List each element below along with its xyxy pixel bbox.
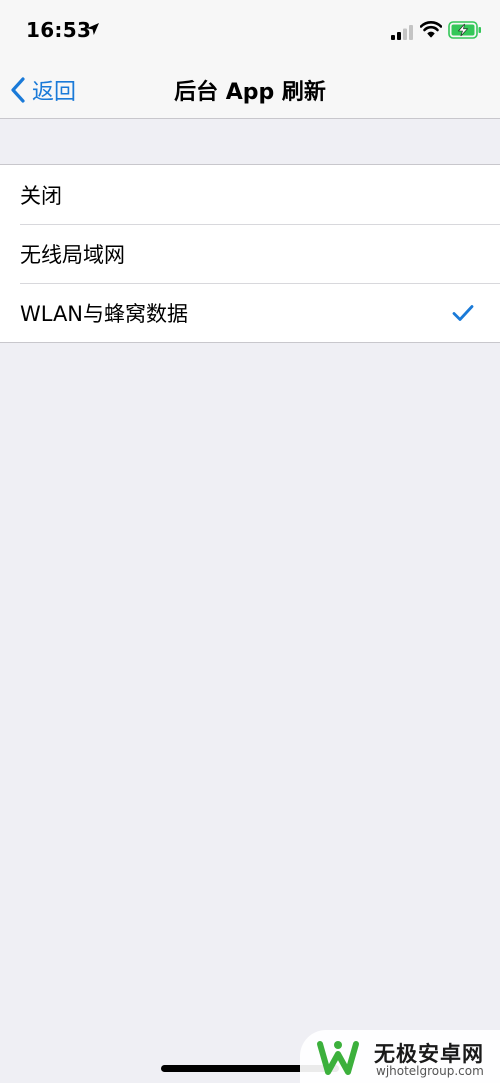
watermark-url: wjhotelgroup.com — [376, 1064, 484, 1078]
option-off[interactable]: 关闭 — [0, 165, 500, 224]
page-title: 后台 App 刷新 — [174, 80, 326, 105]
watermark-logo-icon — [317, 1041, 359, 1075]
option-label: WLAN与蜂窝数据 — [20, 301, 189, 326]
option-label: 关闭 — [20, 183, 62, 208]
checkmark-icon — [452, 304, 474, 321]
wifi-icon — [420, 21, 442, 38]
watermark: 无极安卓网 wjhotelgroup.com — [300, 1030, 500, 1083]
status-bar: 16:53 — [0, 0, 500, 62]
battery-charging-icon — [448, 21, 481, 39]
option-wlan-and-cellular[interactable]: WLAN与蜂窝数据 — [0, 283, 500, 342]
option-label: 无线局域网 — [20, 242, 125, 267]
cellular-signal-icon — [391, 25, 413, 40]
refresh-options-list: 关闭 无线局域网 WLAN与蜂窝数据 — [0, 164, 500, 343]
option-wlan[interactable]: 无线局域网 — [0, 224, 500, 283]
navigation-bar: 返回 后台 App 刷新 — [0, 62, 500, 119]
status-time: 16:53 — [26, 18, 92, 42]
location-arrow-icon — [87, 23, 99, 35]
